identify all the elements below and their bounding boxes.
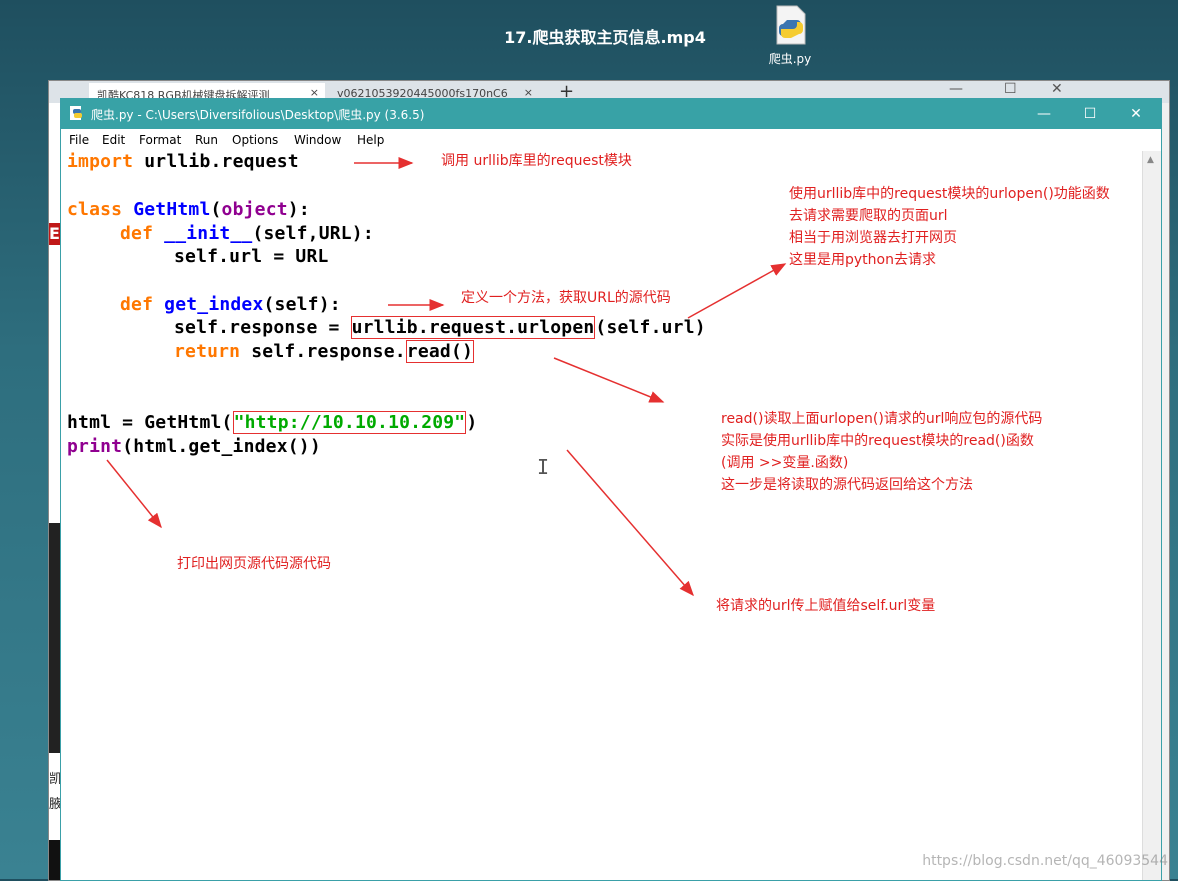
- arrow-print: [106, 459, 162, 529]
- arrow-read: [553, 357, 665, 403]
- arrow-url-param: [566, 449, 694, 597]
- watermark: https://blog.csdn.net/qq_46093544: [922, 853, 1168, 869]
- arrow-urlopen: [687, 263, 787, 319]
- annotation-arrows: [106, 157, 787, 597]
